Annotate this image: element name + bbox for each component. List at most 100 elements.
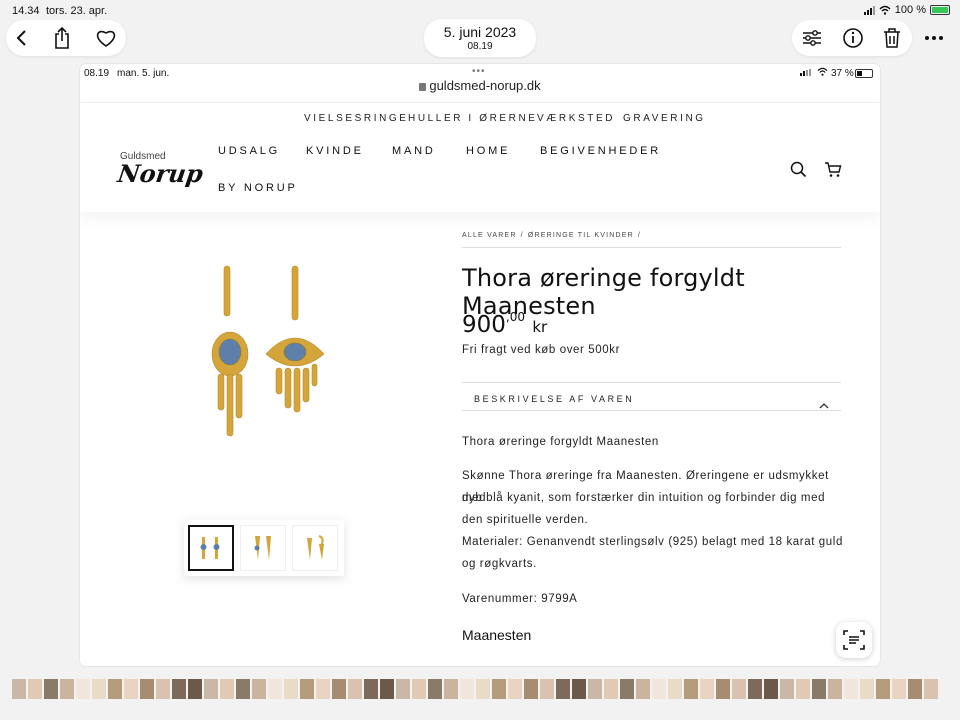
filmstrip-thumbnail[interactable]: [508, 679, 522, 699]
filmstrip-thumbnail[interactable]: [332, 679, 346, 699]
mainnav-kvinde[interactable]: KVINDE: [306, 145, 364, 157]
filmstrip-thumbnail[interactable]: [428, 679, 442, 699]
filmstrip-thumbnail[interactable]: [748, 679, 762, 699]
logo-big-text: Norup: [115, 159, 205, 188]
filmstrip-thumbnail[interactable]: [860, 679, 874, 699]
url-bar[interactable]: guldsmed-norup.dk: [80, 78, 880, 102]
live-text-button[interactable]: [836, 622, 872, 658]
filmstrip-thumbnail[interactable]: [636, 679, 650, 699]
mainnav-udsalg[interactable]: UDSALG: [218, 145, 280, 157]
filmstrip-thumbnail[interactable]: [668, 679, 682, 699]
filmstrip-thumbnail[interactable]: [556, 679, 570, 699]
chevron-up-icon[interactable]: [819, 396, 829, 414]
filmstrip-thumbnail[interactable]: [460, 679, 474, 699]
filmstrip-thumbnail[interactable]: [44, 679, 58, 699]
topnav-vaerksted[interactable]: VÆRKSTED: [537, 113, 615, 124]
materials-line: Materialer: Genanvendt sterlingsølv (925…: [462, 536, 843, 548]
filmstrip-thumbnail[interactable]: [316, 679, 330, 699]
filmstrip-thumbnail[interactable]: [444, 679, 458, 699]
topnav-gravering[interactable]: GRAVERING: [623, 113, 706, 124]
thumbnail-1[interactable]: [188, 525, 234, 571]
topnav-huller-i-orerne[interactable]: HULLER I ØRERNE: [408, 113, 538, 124]
filmstrip-thumbnail[interactable]: [12, 679, 26, 699]
filmstrip-thumbnail[interactable]: [700, 679, 714, 699]
filmstrip-thumbnail[interactable]: [828, 679, 842, 699]
filmstrip-thumbnail[interactable]: [524, 679, 538, 699]
filmstrip-thumbnail[interactable]: [204, 679, 218, 699]
filmstrip-thumbnail[interactable]: [796, 679, 810, 699]
filmstrip-thumbnail[interactable]: [892, 679, 906, 699]
filmstrip-thumbnail[interactable]: [380, 679, 394, 699]
back-icon[interactable]: [8, 24, 36, 52]
filmstrip-thumbnail[interactable]: [684, 679, 698, 699]
filmstrip-thumbnail[interactable]: [652, 679, 666, 699]
filmstrip-thumbnail[interactable]: [540, 679, 554, 699]
filmstrip-thumbnail[interactable]: [220, 679, 234, 699]
description-line: dyb blå kyanit, som forstærker din intui…: [462, 492, 826, 504]
mainnav-mand[interactable]: MAND: [392, 145, 436, 157]
filmstrip-thumbnail[interactable]: [156, 679, 170, 699]
filmstrip-thumbnail[interactable]: [28, 679, 42, 699]
filmstrip-thumbnail[interactable]: [732, 679, 746, 699]
filmstrip-thumbnail[interactable]: [844, 679, 858, 699]
share-icon[interactable]: [48, 24, 76, 52]
filmstrip-thumbnail[interactable]: [300, 679, 314, 699]
filmstrip-thumbnail[interactable]: [76, 679, 90, 699]
battery-charging-icon: [930, 5, 950, 15]
filmstrip-thumbnail[interactable]: [572, 679, 586, 699]
trash-icon[interactable]: [878, 24, 906, 52]
thumbnail-3[interactable]: [292, 525, 338, 571]
info-icon[interactable]: [839, 24, 867, 52]
url-text: guldsmed-norup.dk: [429, 78, 541, 93]
breadcrumb-separator: /: [637, 232, 642, 239]
filmstrip-thumbnail[interactable]: [188, 679, 202, 699]
filmstrip-thumbnail[interactable]: [716, 679, 730, 699]
filmstrip-thumbnail[interactable]: [812, 679, 826, 699]
screenshot-view: 08.19 man. 5. jun. ••• 37 % guldsmed-nor…: [80, 64, 880, 666]
signal-icon: [863, 5, 875, 15]
filmstrip-thumbnail[interactable]: [124, 679, 138, 699]
filmstrip-thumbnail[interactable]: [604, 679, 618, 699]
filmstrip-thumbnail[interactable]: [364, 679, 378, 699]
description-toggle[interactable]: BESKRIVELSE AF VAREN: [474, 394, 634, 404]
filmstrip-thumbnail[interactable]: [780, 679, 794, 699]
filmstrip-thumbnail[interactable]: [60, 679, 74, 699]
brand-heading: Maanesten: [462, 627, 532, 643]
filmstrip-thumbnail[interactable]: [492, 679, 506, 699]
wifi-icon: [879, 5, 891, 15]
filmstrip-thumbnail[interactable]: [412, 679, 426, 699]
filmstrip-thumbnail[interactable]: [268, 679, 282, 699]
filmstrip-thumbnail[interactable]: [140, 679, 154, 699]
search-icon[interactable]: [790, 161, 807, 183]
divider: [462, 382, 841, 383]
filmstrip-thumbnail[interactable]: [876, 679, 890, 699]
more-icon[interactable]: [920, 24, 948, 52]
filmstrip-thumbnail[interactable]: [172, 679, 186, 699]
filmstrip-thumbnail[interactable]: [924, 679, 938, 699]
filmstrip-thumbnail[interactable]: [92, 679, 106, 699]
mainnav-by-norup[interactable]: BY NORUP: [218, 182, 298, 194]
breadcrumb: ALLE VARER / ØRERINGE TIL KVINDER /: [462, 232, 641, 239]
filmstrip-thumbnail[interactable]: [908, 679, 922, 699]
cart-icon[interactable]: [824, 161, 842, 183]
photo-filmstrip[interactable]: [12, 679, 948, 699]
filmstrip-thumbnail[interactable]: [284, 679, 298, 699]
breadcrumb-alle-varer[interactable]: ALLE VARER: [462, 232, 517, 239]
filmstrip-thumbnail[interactable]: [108, 679, 122, 699]
breadcrumb-oreringe[interactable]: ØRERINGE TIL KVINDER: [528, 232, 634, 239]
mainnav-home[interactable]: HOME: [466, 145, 510, 157]
adjust-icon[interactable]: [798, 24, 826, 52]
filmstrip-thumbnail[interactable]: [764, 679, 778, 699]
thumbnail-2[interactable]: [240, 525, 286, 571]
filmstrip-thumbnail[interactable]: [588, 679, 602, 699]
filmstrip-thumbnail[interactable]: [476, 679, 490, 699]
mainnav-begivenheder[interactable]: BEGIVENHEDER: [540, 145, 661, 157]
heart-icon[interactable]: [92, 24, 120, 52]
filmstrip-thumbnail[interactable]: [236, 679, 250, 699]
filmstrip-thumbnail[interactable]: [620, 679, 634, 699]
filmstrip-thumbnail[interactable]: [348, 679, 362, 699]
topnav-vielsesringe[interactable]: VIELSESRINGE: [304, 113, 409, 124]
filmstrip-thumbnail[interactable]: [396, 679, 410, 699]
filmstrip-thumbnail[interactable]: [252, 679, 266, 699]
product-main-image[interactable]: [200, 264, 360, 444]
